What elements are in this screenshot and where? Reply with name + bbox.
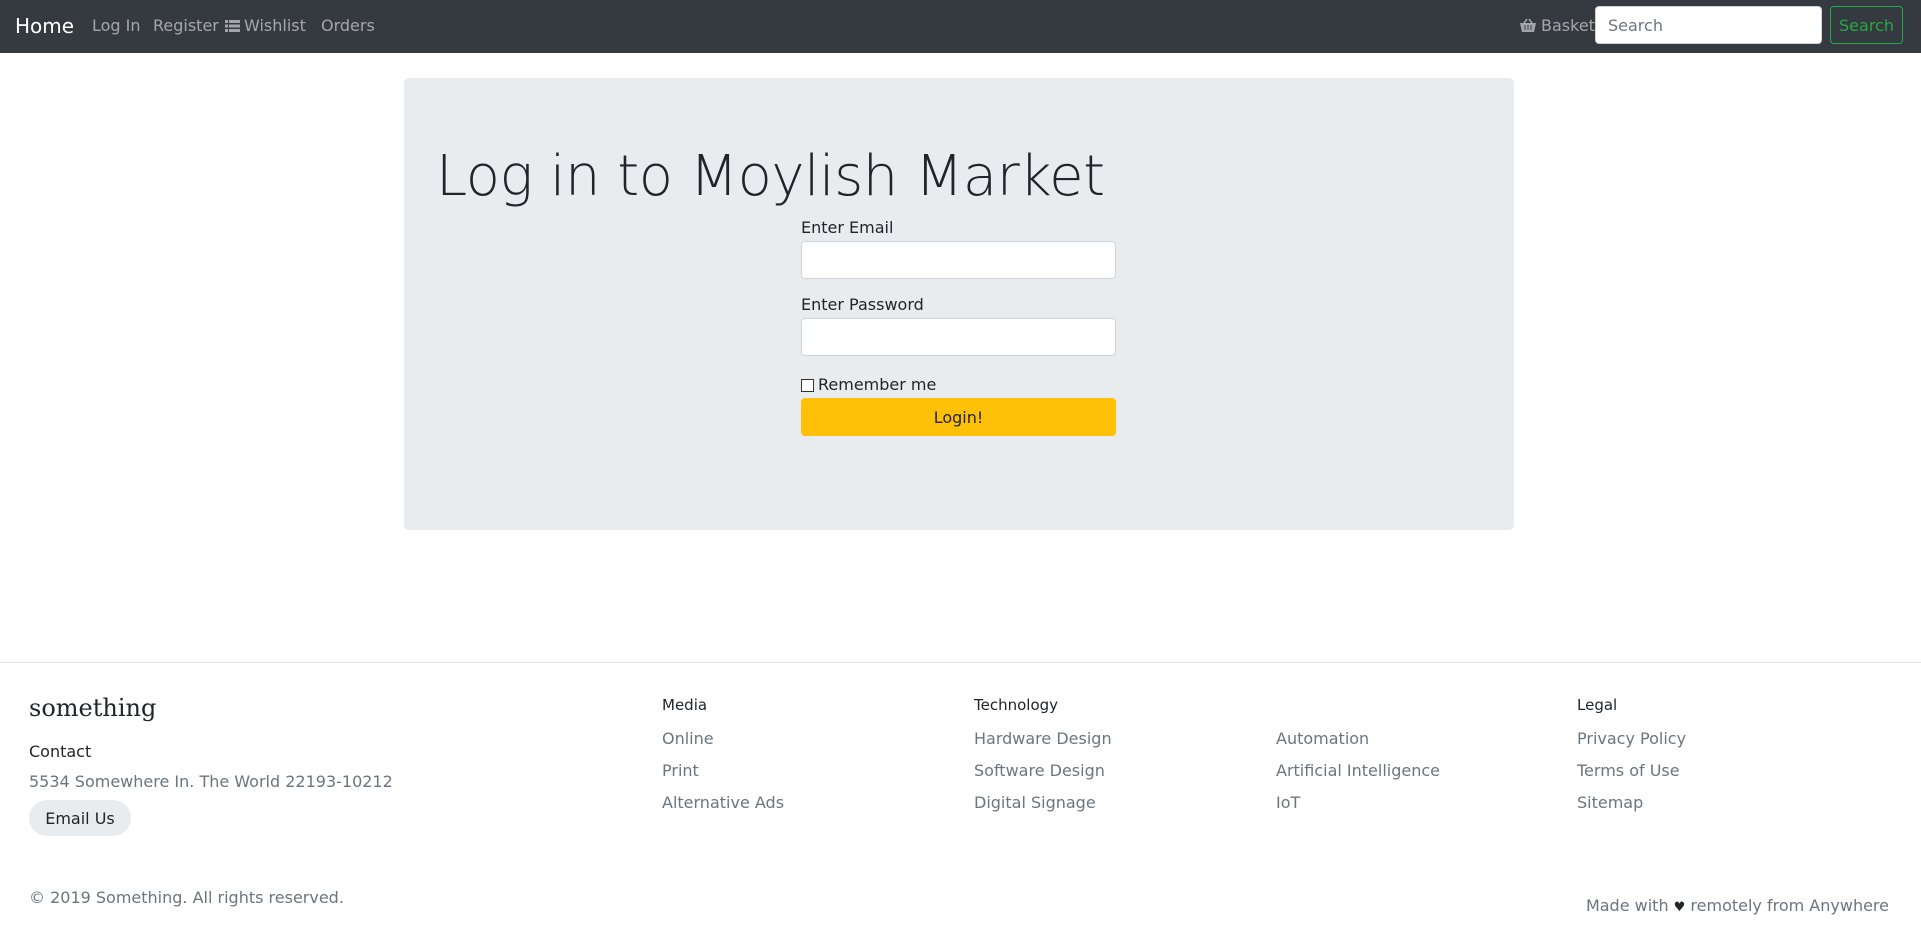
basket-link[interactable]: Basket	[1519, 16, 1595, 38]
search-button[interactable]: Search	[1830, 6, 1903, 44]
footer-col-media: Media Online Print Alternative Ads	[662, 695, 784, 813]
list-icon	[225, 18, 240, 38]
footer-col-technology: Technology Hardware Design Software Desi…	[974, 695, 1112, 813]
email-label: Enter Email	[801, 218, 894, 237]
nav-orders-link[interactable]: Orders	[321, 16, 375, 36]
remember-label: Remember me	[818, 375, 937, 394]
footer-col-heading: Media	[662, 696, 708, 714]
made-with-suffix: remotely from Anywhere	[1690, 896, 1889, 915]
footer-link-print[interactable]: Print	[662, 761, 784, 781]
footer-col-heading	[1276, 695, 1440, 715]
footer-col-technology-more: Automation Artificial Intelligence IoT	[1276, 695, 1440, 813]
heart-icon: ♥	[1673, 900, 1686, 915]
nav-wishlist-link[interactable]: Wishlist	[225, 16, 306, 38]
search-input[interactable]	[1595, 6, 1822, 44]
login-form: Enter Email Enter Password Remember me L…	[801, 218, 1116, 436]
remember-checkbox[interactable]	[801, 378, 814, 392]
email-field[interactable]	[801, 241, 1116, 279]
remember-me: Remember me	[801, 376, 1116, 394]
password-field[interactable]	[801, 318, 1116, 356]
login-button[interactable]: Login!	[801, 398, 1116, 436]
footer-link-privacy-policy[interactable]: Privacy Policy	[1577, 729, 1686, 749]
footer-brand: something	[29, 694, 157, 722]
login-panel: Log in to Moylish Market Enter Email Ent…	[404, 78, 1514, 530]
home-link[interactable]: Home	[15, 13, 74, 39]
nav-register-link[interactable]: Register	[153, 16, 219, 36]
footer-link-automation[interactable]: Automation	[1276, 729, 1440, 749]
address: 5534 Somewhere In. The World 22193-10212	[29, 772, 393, 791]
footer-link-sitemap[interactable]: Sitemap	[1577, 793, 1686, 813]
footer-link-software-design[interactable]: Software Design	[974, 761, 1112, 781]
footer-link-online[interactable]: Online	[662, 729, 784, 749]
nav-wishlist-label: Wishlist	[244, 16, 306, 35]
footer-col-heading: Technology	[974, 696, 1059, 714]
footer-link-terms-of-use[interactable]: Terms of Use	[1577, 761, 1686, 781]
footer-col-heading: Legal	[1577, 696, 1618, 714]
basket-icon	[1519, 18, 1537, 38]
made-with-prefix: Made with	[1585, 896, 1669, 915]
email-us-button[interactable]: Email Us	[29, 800, 131, 836]
footer: something Contact 5534 Somewhere In. The…	[0, 662, 1921, 935]
basket-label: Basket	[1541, 16, 1595, 35]
made-with-credit: Made with ♥ remotely from Anywhere	[1586, 896, 1889, 918]
copyright: © 2019 Something. All rights reserved.	[29, 888, 344, 907]
footer-link-alternative-ads[interactable]: Alternative Ads	[662, 793, 784, 813]
footer-col-legal: Legal Privacy Policy Terms of Use Sitema…	[1577, 695, 1686, 813]
password-label: Enter Password	[801, 295, 924, 314]
footer-link-artificial-intelligence[interactable]: Artificial Intelligence	[1276, 761, 1440, 781]
footer-link-digital-signage[interactable]: Digital Signage	[974, 793, 1112, 813]
footer-link-iot[interactable]: IoT	[1276, 793, 1440, 813]
footer-link-hardware-design[interactable]: Hardware Design	[974, 729, 1112, 749]
contact-heading: Contact	[29, 742, 92, 761]
nav-login-link[interactable]: Log In	[92, 16, 141, 36]
page-title: Log in to Moylish Market	[436, 144, 1105, 209]
navbar: Home Log In Register Wishlist Orders Bas…	[0, 0, 1921, 53]
